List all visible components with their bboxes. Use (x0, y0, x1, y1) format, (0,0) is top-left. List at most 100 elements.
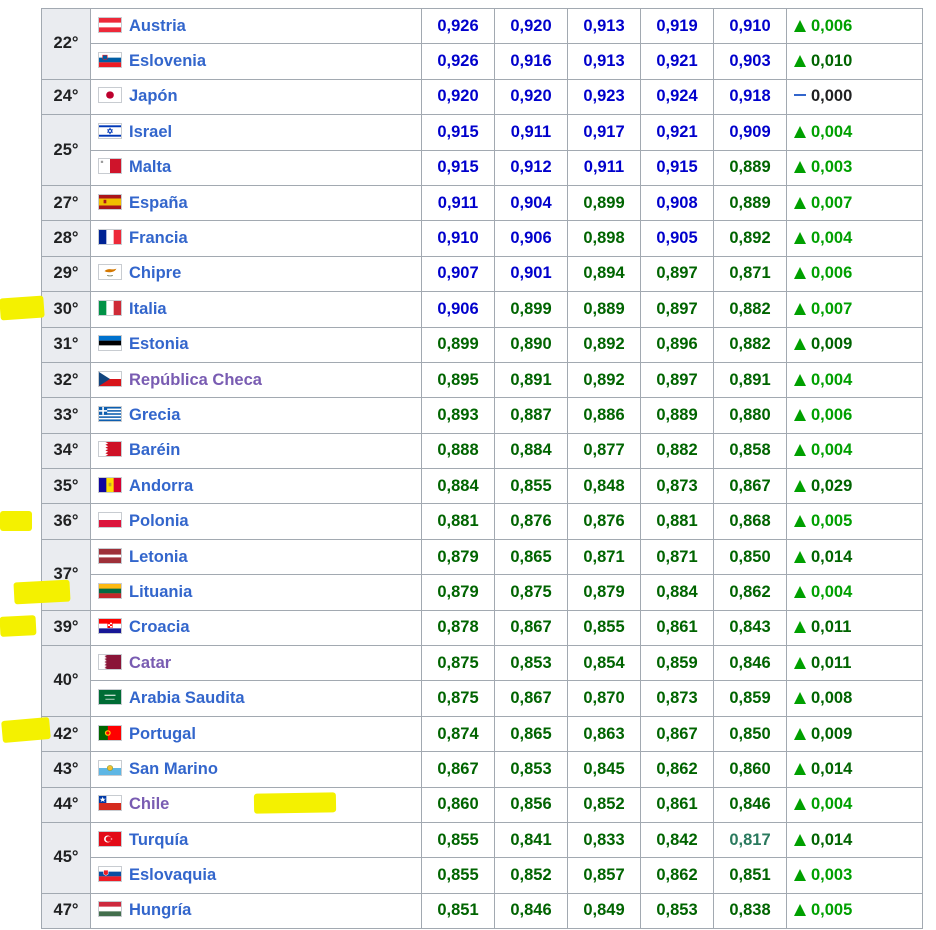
hdi-value-cell: 0,861 (640, 609, 714, 647)
table-row: 28° Francia 0,910 0,906 0,898 0,905 0,892 0,004 (41, 220, 923, 257)
hdi-value-cell: 0,890 (494, 326, 568, 363)
country-link[interactable]: República Checa (129, 371, 262, 389)
country-link[interactable]: Chile (129, 795, 169, 813)
hdi-value-cell: 0,892 (567, 361, 641, 399)
hdi-value-cell: 0,863 (567, 715, 641, 753)
change-value: 0,006 (811, 405, 853, 424)
rank-cell: 45° (41, 821, 91, 894)
country-link[interactable]: Letonia (129, 548, 188, 566)
country-link[interactable]: Eslovaquia (129, 866, 216, 884)
hdi-value-cell: 0,889 (567, 291, 641, 328)
country-link[interactable]: Francia (129, 229, 188, 247)
hdi-value-cell: 0,850 (713, 538, 787, 576)
san-marino-flag-icon (98, 759, 122, 776)
change-value: 0,005 (811, 512, 853, 531)
country-link[interactable]: San Marino (129, 760, 218, 778)
poland-flag-icon (98, 512, 122, 529)
hdi-value-cell: 0,855 (567, 609, 641, 647)
country-link[interactable]: Italia (129, 300, 167, 318)
change-cell: 0,005 (786, 892, 923, 930)
hdi-value-cell: 0,919 (640, 7, 714, 45)
change-value: 0,011 (811, 618, 852, 637)
hdi-value-cell: 0,868 (713, 503, 787, 540)
hdi-value-cell: 0,903 (713, 43, 787, 80)
hdi-value-cell: 0,904 (494, 184, 568, 222)
country-link[interactable]: Austria (129, 17, 186, 35)
change-value: 0,000 (811, 87, 853, 106)
change-value: 0,004 (811, 122, 853, 141)
country-link[interactable]: Malta (129, 158, 171, 176)
increase-arrow-icon (794, 267, 806, 280)
increase-arrow-icon (794, 869, 806, 882)
hdi-value-cell: 0,882 (640, 432, 714, 470)
increase-arrow-icon (794, 161, 806, 174)
hdi-value-cell: 0,897 (640, 291, 714, 328)
country-link[interactable]: Andorra (129, 477, 193, 495)
hdi-value-cell: 0,846 (713, 786, 787, 823)
increase-arrow-icon (794, 656, 806, 669)
country-link[interactable]: Portugal (129, 725, 196, 743)
highlighter-mark (0, 295, 45, 321)
country-link[interactable]: Grecia (129, 406, 180, 424)
change-value: 0,007 (811, 299, 853, 318)
hdi-value-cell: 0,923 (567, 78, 641, 116)
table-row: 37° Letonia 0,879 0,865 0,871 0,871 0,850 0,014 (41, 538, 923, 611)
table-row: Malta 0,915 0,912 0,911 0,915 0,889 0,003 (42, 149, 923, 186)
hdi-value-cell: 0,879 (421, 574, 495, 611)
change-cell: 0,006 (786, 255, 923, 293)
hdi-value-cell: 0,886 (567, 397, 641, 434)
country-link[interactable]: Israel (129, 123, 172, 141)
hdi-value-cell: 0,857 (567, 857, 641, 894)
country-link[interactable]: Croacia (129, 618, 190, 636)
country-link[interactable]: Arabia Saudita (129, 689, 245, 707)
hdi-value-cell: 0,926 (421, 43, 495, 80)
country-cell: Catar (90, 645, 422, 682)
hdi-value-cell: 0,917 (567, 114, 641, 151)
country-link[interactable]: Lituania (129, 583, 192, 601)
change-value: 0,004 (811, 441, 853, 460)
country-cell: Italia (90, 291, 422, 328)
hdi-value-cell: 0,843 (713, 609, 787, 647)
hdi-value-cell: 0,882 (713, 326, 787, 363)
rank-cell: 27° (41, 184, 91, 222)
country-cell: Arabia Saudita (90, 680, 422, 717)
hdi-value-cell: 0,875 (421, 645, 495, 682)
country-link[interactable]: Polonia (129, 512, 189, 530)
hdi-value-cell: 0,881 (421, 503, 495, 540)
table-row: Eslovenia 0,926 0,916 0,913 0,921 0,903 0,010 (42, 43, 923, 80)
table-row: 33° Grecia 0,893 0,887 0,886 0,889 0,880 0,006 (41, 397, 923, 434)
increase-arrow-icon (794, 196, 806, 209)
country-link[interactable]: Turquía (129, 831, 188, 849)
change-cell: 0,011 (786, 609, 923, 647)
country-link[interactable]: Japón (129, 87, 178, 105)
country-link[interactable]: Baréin (129, 441, 180, 459)
estonia-flag-icon (98, 335, 122, 352)
hdi-value-cell: 0,855 (421, 821, 495, 859)
hdi-value-cell: 0,897 (640, 255, 714, 293)
country-link[interactable]: Chipre (129, 264, 181, 282)
hdi-value-cell: 0,910 (421, 220, 495, 257)
country-link[interactable]: Eslovenia (129, 52, 206, 70)
hdi-value-cell: 0,893 (421, 397, 495, 434)
hdi-value-cell: 0,846 (494, 892, 568, 930)
increase-arrow-icon (794, 302, 806, 315)
hdi-value-cell: 0,921 (640, 114, 714, 151)
table-body: 22° Austria 0,926 0,920 0,913 0,919 0,910 0,006… (41, 7, 923, 930)
hdi-value-cell: 0,911 (421, 184, 495, 222)
country-cell: Lituania (90, 574, 422, 611)
increase-arrow-icon (794, 833, 806, 846)
country-link[interactable]: Catar (129, 654, 171, 672)
rank-cell: 33° (41, 397, 91, 434)
country-link[interactable]: Estonia (129, 335, 189, 353)
country-cell: Austria (90, 7, 422, 45)
change-cell: 0,004 (786, 786, 923, 823)
table-row: 30° Italia 0,906 0,899 0,889 0,897 0,882 0,007 (41, 291, 923, 328)
change-cell: 0,008 (786, 680, 923, 717)
country-link[interactable]: España (129, 194, 188, 212)
hdi-table-container: 22° Austria 0,926 0,920 0,913 0,919 0,910 0,006… (41, 7, 923, 930)
hdi-value-cell: 0,905 (640, 220, 714, 257)
country-link[interactable]: Hungría (129, 901, 191, 919)
hdi-value-cell: 0,867 (494, 680, 568, 717)
hdi-value-cell: 0,858 (713, 432, 787, 470)
hdi-value-cell: 0,887 (494, 397, 568, 434)
